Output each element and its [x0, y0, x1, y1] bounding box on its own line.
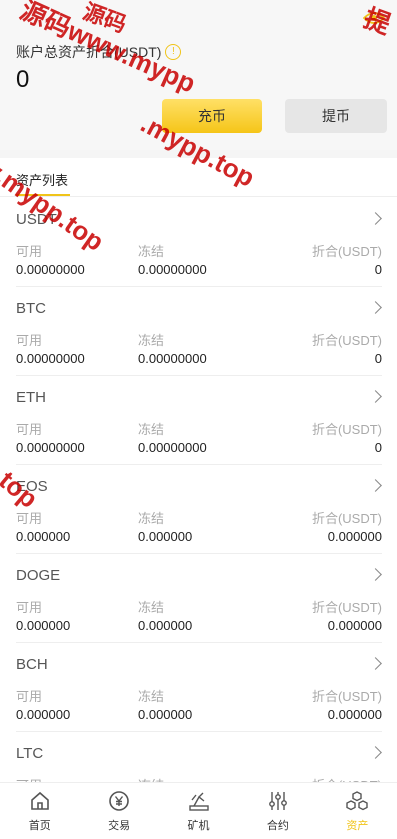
frozen-value: 0.00000000 — [138, 351, 207, 366]
account-header: 账户总资产折合(USDT) ! 0 充币 提币 — [0, 0, 397, 150]
coin-name: LTC — [16, 745, 44, 762]
nav-label: 合约 — [266, 820, 289, 832]
frozen-label: 冻结 — [138, 244, 165, 259]
coin-name: BTC — [16, 300, 46, 317]
frozen-label: 冻结 — [138, 689, 165, 704]
sliders-icon — [269, 792, 287, 810]
chevron-right-icon — [369, 390, 382, 403]
converted-value: 0 — [374, 262, 382, 277]
converted-label: 折合(USDT) — [311, 511, 382, 526]
cubes-icon — [346, 791, 369, 811]
nav-label: 矿机 — [187, 820, 210, 832]
frozen-value: 0.00000000 — [138, 262, 207, 277]
converted-label: 折合(USDT) — [311, 244, 382, 259]
available-value: 0.000000 — [16, 618, 71, 633]
available-value: 0.000000 — [16, 529, 71, 544]
converted-value: 0.000000 — [327, 529, 382, 544]
chevron-right-icon — [369, 746, 382, 759]
asset-list-panel: 资产列表 USDT 可用 冻结 折合(USDT) 0.00000000 0.0000000… — [0, 158, 397, 821]
tab-indicator — [16, 194, 70, 196]
frozen-value: 0.000000 — [138, 529, 193, 544]
chevron-right-icon — [369, 657, 382, 670]
converted-value: 0 — [374, 351, 382, 366]
coin-name: USDT — [16, 211, 57, 228]
coin-name: BCH — [16, 656, 48, 673]
nav-item-3[interactable]: 合约 — [238, 783, 317, 839]
converted-label: 折合(USDT) — [311, 689, 382, 704]
home-icon — [30, 791, 49, 810]
eye-icon[interactable] — [363, 10, 385, 26]
total-assets-label: 账户总资产折合(USDT) ! — [16, 42, 182, 62]
converted-value: 0.000000 — [327, 707, 382, 722]
coin-name: ETH — [16, 389, 46, 406]
chevron-right-icon — [369, 568, 382, 581]
asset-row-eos[interactable]: EOS 可用 冻结 折合(USDT) 0.000000 0.000000 0.000000 — [16, 465, 382, 554]
converted-label: 折合(USDT) — [311, 600, 382, 615]
converted-label: 折合(USDT) — [311, 422, 382, 437]
frozen-value: 0.000000 — [138, 618, 193, 633]
frozen-value: 0.000000 — [138, 707, 193, 722]
nav-label: 首页 — [28, 820, 51, 832]
asset-list: USDT 可用 冻结 折合(USDT) 0.00000000 0.00000000 0 BTC… — [16, 198, 382, 821]
converted-label: 折合(USDT) — [311, 333, 382, 348]
info-icon[interactable]: ! — [165, 44, 182, 60]
available-label: 可用 — [16, 333, 43, 348]
mining-icon — [188, 792, 209, 811]
chevron-right-icon — [369, 212, 382, 225]
available-label: 可用 — [16, 244, 43, 259]
tab-bar: 资产列表 — [0, 158, 397, 197]
total-assets-value: 0 — [16, 66, 30, 93]
asset-row-btc[interactable]: BTC 可用 冻结 折合(USDT) 0.00000000 0.00000000 0 — [16, 287, 382, 376]
frozen-label: 冻结 — [138, 511, 165, 526]
yuan-icon — [109, 791, 129, 811]
nav-item-2[interactable]: 矿机 — [159, 783, 238, 839]
frozen-label: 冻结 — [138, 333, 165, 348]
available-value: 0.00000000 — [16, 351, 85, 366]
asset-row-doge[interactable]: DOGE 可用 冻结 折合(USDT) 0.000000 0.000000 0.000000 — [16, 554, 382, 643]
available-value: 0.00000000 — [16, 262, 85, 277]
converted-value: 0 — [374, 440, 382, 455]
converted-value: 0.000000 — [327, 618, 382, 633]
tab-asset-list[interactable]: 资产列表 — [16, 170, 68, 189]
frozen-value: 0.00000000 — [138, 440, 207, 455]
asset-row-bch[interactable]: BCH 可用 冻结 折合(USDT) 0.000000 0.000000 0.000000 — [16, 643, 382, 732]
nav-item-4[interactable]: 资产 — [318, 783, 397, 839]
nav-item-1[interactable]: 交易 — [79, 783, 158, 839]
available-value: 0.00000000 — [16, 440, 85, 455]
available-label: 可用 — [16, 422, 43, 437]
chevron-right-icon — [369, 301, 382, 314]
deposit-button[interactable]: 充币 — [162, 99, 262, 133]
asset-row-eth[interactable]: ETH 可用 冻结 折合(USDT) 0.00000000 0.00000000 0 — [16, 376, 382, 465]
available-label: 可用 — [16, 600, 43, 615]
frozen-label: 冻结 — [138, 600, 165, 615]
nav-label: 资产 — [346, 820, 369, 832]
coin-name: DOGE — [16, 567, 61, 584]
chevron-right-icon — [369, 479, 382, 492]
bottom-nav: 首页 交易 矿机 合约 资产 — [0, 782, 397, 839]
withdraw-button[interactable]: 提币 — [285, 99, 387, 133]
nav-item-0[interactable]: 首页 — [0, 783, 79, 839]
frozen-label: 冻结 — [138, 422, 165, 437]
available-label: 可用 — [16, 511, 43, 526]
available-value: 0.000000 — [16, 707, 71, 722]
coin-name: EOS — [16, 478, 48, 495]
asset-row-usdt[interactable]: USDT 可用 冻结 折合(USDT) 0.00000000 0.00000000 0 — [16, 198, 382, 287]
available-label: 可用 — [16, 689, 43, 704]
nav-label: 交易 — [108, 820, 131, 832]
